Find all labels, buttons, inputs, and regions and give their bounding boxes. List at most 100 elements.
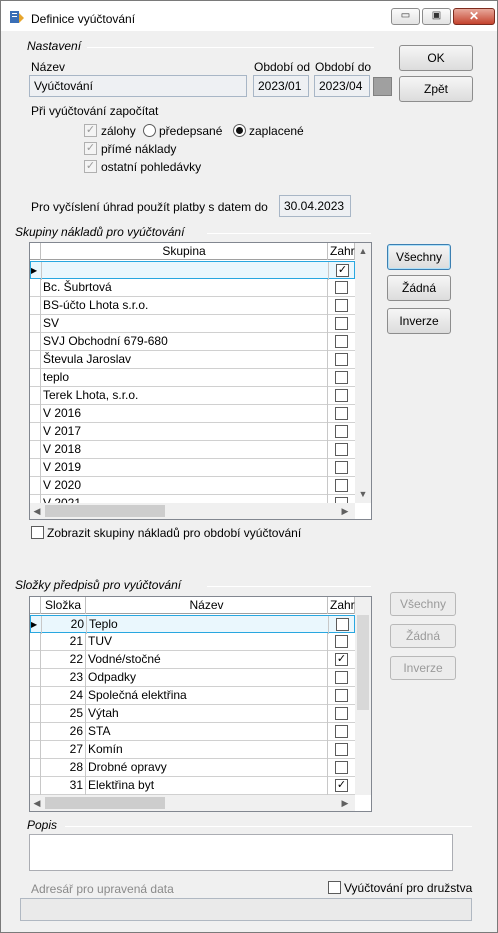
- zaplacene-radio[interactable]: [233, 124, 246, 137]
- skupina-cell: [43, 262, 329, 280]
- maximize-button[interactable]: ▣: [422, 8, 451, 25]
- scroll-right-icon[interactable]: ▶: [338, 505, 352, 517]
- horizontal-scroll-thumb[interactable]: [45, 797, 165, 809]
- scroll-up-icon[interactable]: ▲: [356, 245, 370, 257]
- table-row[interactable]: SVJ Obchodní 679-680: [30, 333, 355, 351]
- table-row[interactable]: 27 Komín: [30, 741, 355, 759]
- table-row[interactable]: Bc. Šubrtová: [30, 279, 355, 297]
- obdobi-do-field[interactable]: 2023/04: [314, 75, 370, 97]
- zahrnout-checkbox[interactable]: [335, 725, 348, 738]
- row-indicator: [30, 351, 41, 369]
- zahrnout-checkbox[interactable]: [335, 299, 348, 312]
- table-row[interactable]: 28 Drobné opravy: [30, 759, 355, 777]
- obdobi-od-field[interactable]: 2023/01: [253, 75, 309, 97]
- row-indicator: ▶: [31, 262, 42, 280]
- table-row[interactable]: 26 STA: [30, 723, 355, 741]
- table-row[interactable]: Števula Jaroslav: [30, 351, 355, 369]
- table-row[interactable]: V 2019: [30, 459, 355, 477]
- zahrnout-checkbox[interactable]: [335, 707, 348, 720]
- zahrnout-checkbox[interactable]: [335, 335, 348, 348]
- horizontal-scroll-thumb[interactable]: [45, 505, 165, 517]
- table-row[interactable]: Terek Lhota, s.r.o.: [30, 387, 355, 405]
- zahrnout-checkbox[interactable]: [335, 407, 348, 420]
- skupiny-horizontal-scrollbar[interactable]: ◀ ▶: [30, 503, 355, 519]
- ostatni-pohledavky-checkbox[interactable]: ✓: [84, 160, 97, 173]
- zahrnout-checkbox[interactable]: [335, 743, 348, 756]
- platby-date-field[interactable]: 30.04.2023: [279, 195, 351, 217]
- slozky-vertical-scrollbar[interactable]: [355, 597, 371, 795]
- zahrnout-checkbox[interactable]: ✓: [335, 779, 348, 792]
- popis-field[interactable]: [29, 834, 453, 871]
- skupiny-vertical-scrollbar[interactable]: ▲ ▼: [355, 243, 371, 503]
- zahrnout-checkbox[interactable]: [335, 479, 348, 492]
- zahrnout-checkbox[interactable]: [335, 689, 348, 702]
- table-row[interactable]: V 2020: [30, 477, 355, 495]
- slozky-horizontal-scrollbar[interactable]: ◀ ▶: [30, 795, 355, 811]
- col-nazev-header[interactable]: Název: [86, 597, 328, 614]
- slozky-inverze-button[interactable]: Inverze: [390, 656, 456, 680]
- col-slozka-header[interactable]: Složka: [41, 597, 86, 614]
- slozka-cell: 28: [42, 759, 86, 777]
- col-zahrnout-header[interactable]: Zahrnout: [328, 597, 371, 614]
- col-skupina-header[interactable]: Skupina: [41, 243, 328, 260]
- table-row[interactable]: 23 Odpadky: [30, 669, 355, 687]
- period-picker-button[interactable]: [373, 77, 392, 96]
- zahrnout-checkbox[interactable]: [335, 443, 348, 456]
- zahrnout-checkbox[interactable]: [335, 635, 348, 648]
- scroll-down-icon[interactable]: ▼: [356, 488, 370, 500]
- zahrnout-checkbox[interactable]: [335, 461, 348, 474]
- table-row[interactable]: V 2016: [30, 405, 355, 423]
- zahrnout-checkbox[interactable]: [335, 353, 348, 366]
- zahrnout-checkbox[interactable]: [335, 317, 348, 330]
- close-button[interactable]: ✕: [453, 8, 495, 25]
- skupina-cell: V 2018: [42, 441, 328, 459]
- nazev-cell: Odpadky: [86, 669, 328, 687]
- table-row[interactable]: 25 Výtah: [30, 705, 355, 723]
- prime-naklady-checkbox[interactable]: ✓: [84, 142, 97, 155]
- table-row[interactable]: BS-účto Lhota s.r.o.: [30, 297, 355, 315]
- zpet-button[interactable]: Zpět: [399, 76, 473, 102]
- col-zahrnout-header[interactable]: Zahrnout: [328, 243, 371, 260]
- druzstva-checkbox[interactable]: [328, 881, 341, 894]
- scroll-left-icon[interactable]: ◀: [30, 505, 44, 517]
- nazev-cell: Vodné/stočné: [86, 651, 328, 669]
- row-indicator: [30, 705, 41, 723]
- scroll-right-icon[interactable]: ▶: [338, 797, 352, 809]
- zahrnout-checkbox[interactable]: ✓: [335, 653, 348, 666]
- zahrnout-checkbox[interactable]: [335, 389, 348, 402]
- table-row[interactable]: 24 Společná elektřina: [30, 687, 355, 705]
- zalohy-checkbox[interactable]: ✓: [84, 124, 97, 137]
- ok-button[interactable]: OK: [399, 45, 473, 71]
- minimize-button[interactable]: ▭: [391, 8, 420, 25]
- nazev-field[interactable]: Vyúčtování: [29, 75, 247, 97]
- slozky-zadna-button[interactable]: Žádná: [390, 624, 456, 648]
- slozky-vsechny-button[interactable]: Všechny: [390, 592, 456, 616]
- predepsane-radio[interactable]: [143, 124, 156, 137]
- zobrazit-skupiny-checkbox[interactable]: [31, 526, 44, 539]
- zahrnout-checkbox[interactable]: [335, 761, 348, 774]
- row-indicator: [30, 741, 41, 759]
- zahrnout-checkbox[interactable]: ✓: [336, 264, 349, 277]
- adresar-field[interactable]: [20, 898, 472, 921]
- skupiny-inverze-button[interactable]: Inverze: [387, 308, 451, 334]
- zahrnout-checkbox[interactable]: [335, 425, 348, 438]
- table-row[interactable]: ▶ 20 Teplo: [30, 615, 356, 634]
- table-row[interactable]: 21 TUV: [30, 633, 355, 651]
- table-row[interactable]: teplo: [30, 369, 355, 387]
- separator: [87, 47, 374, 48]
- table-row[interactable]: SV: [30, 315, 355, 333]
- skupiny-vsechny-button[interactable]: Všechny: [387, 244, 451, 270]
- table-row[interactable]: V 2018: [30, 441, 355, 459]
- table-row[interactable]: 31 Elektřina byt ✓: [30, 777, 355, 795]
- vertical-scroll-thumb[interactable]: [357, 615, 369, 710]
- zahrnout-checkbox[interactable]: [336, 618, 349, 631]
- table-row[interactable]: 22 Vodné/stočné ✓: [30, 651, 355, 669]
- zahrnout-cell: [329, 616, 356, 634]
- table-row[interactable]: ▶ ✓: [30, 261, 355, 280]
- zahrnout-checkbox[interactable]: [335, 371, 348, 384]
- zahrnout-checkbox[interactable]: [335, 671, 348, 684]
- table-row[interactable]: V 2017: [30, 423, 355, 441]
- zahrnout-checkbox[interactable]: [335, 281, 348, 294]
- skupiny-zadna-button[interactable]: Žádná: [387, 275, 451, 301]
- scroll-left-icon[interactable]: ◀: [30, 797, 44, 809]
